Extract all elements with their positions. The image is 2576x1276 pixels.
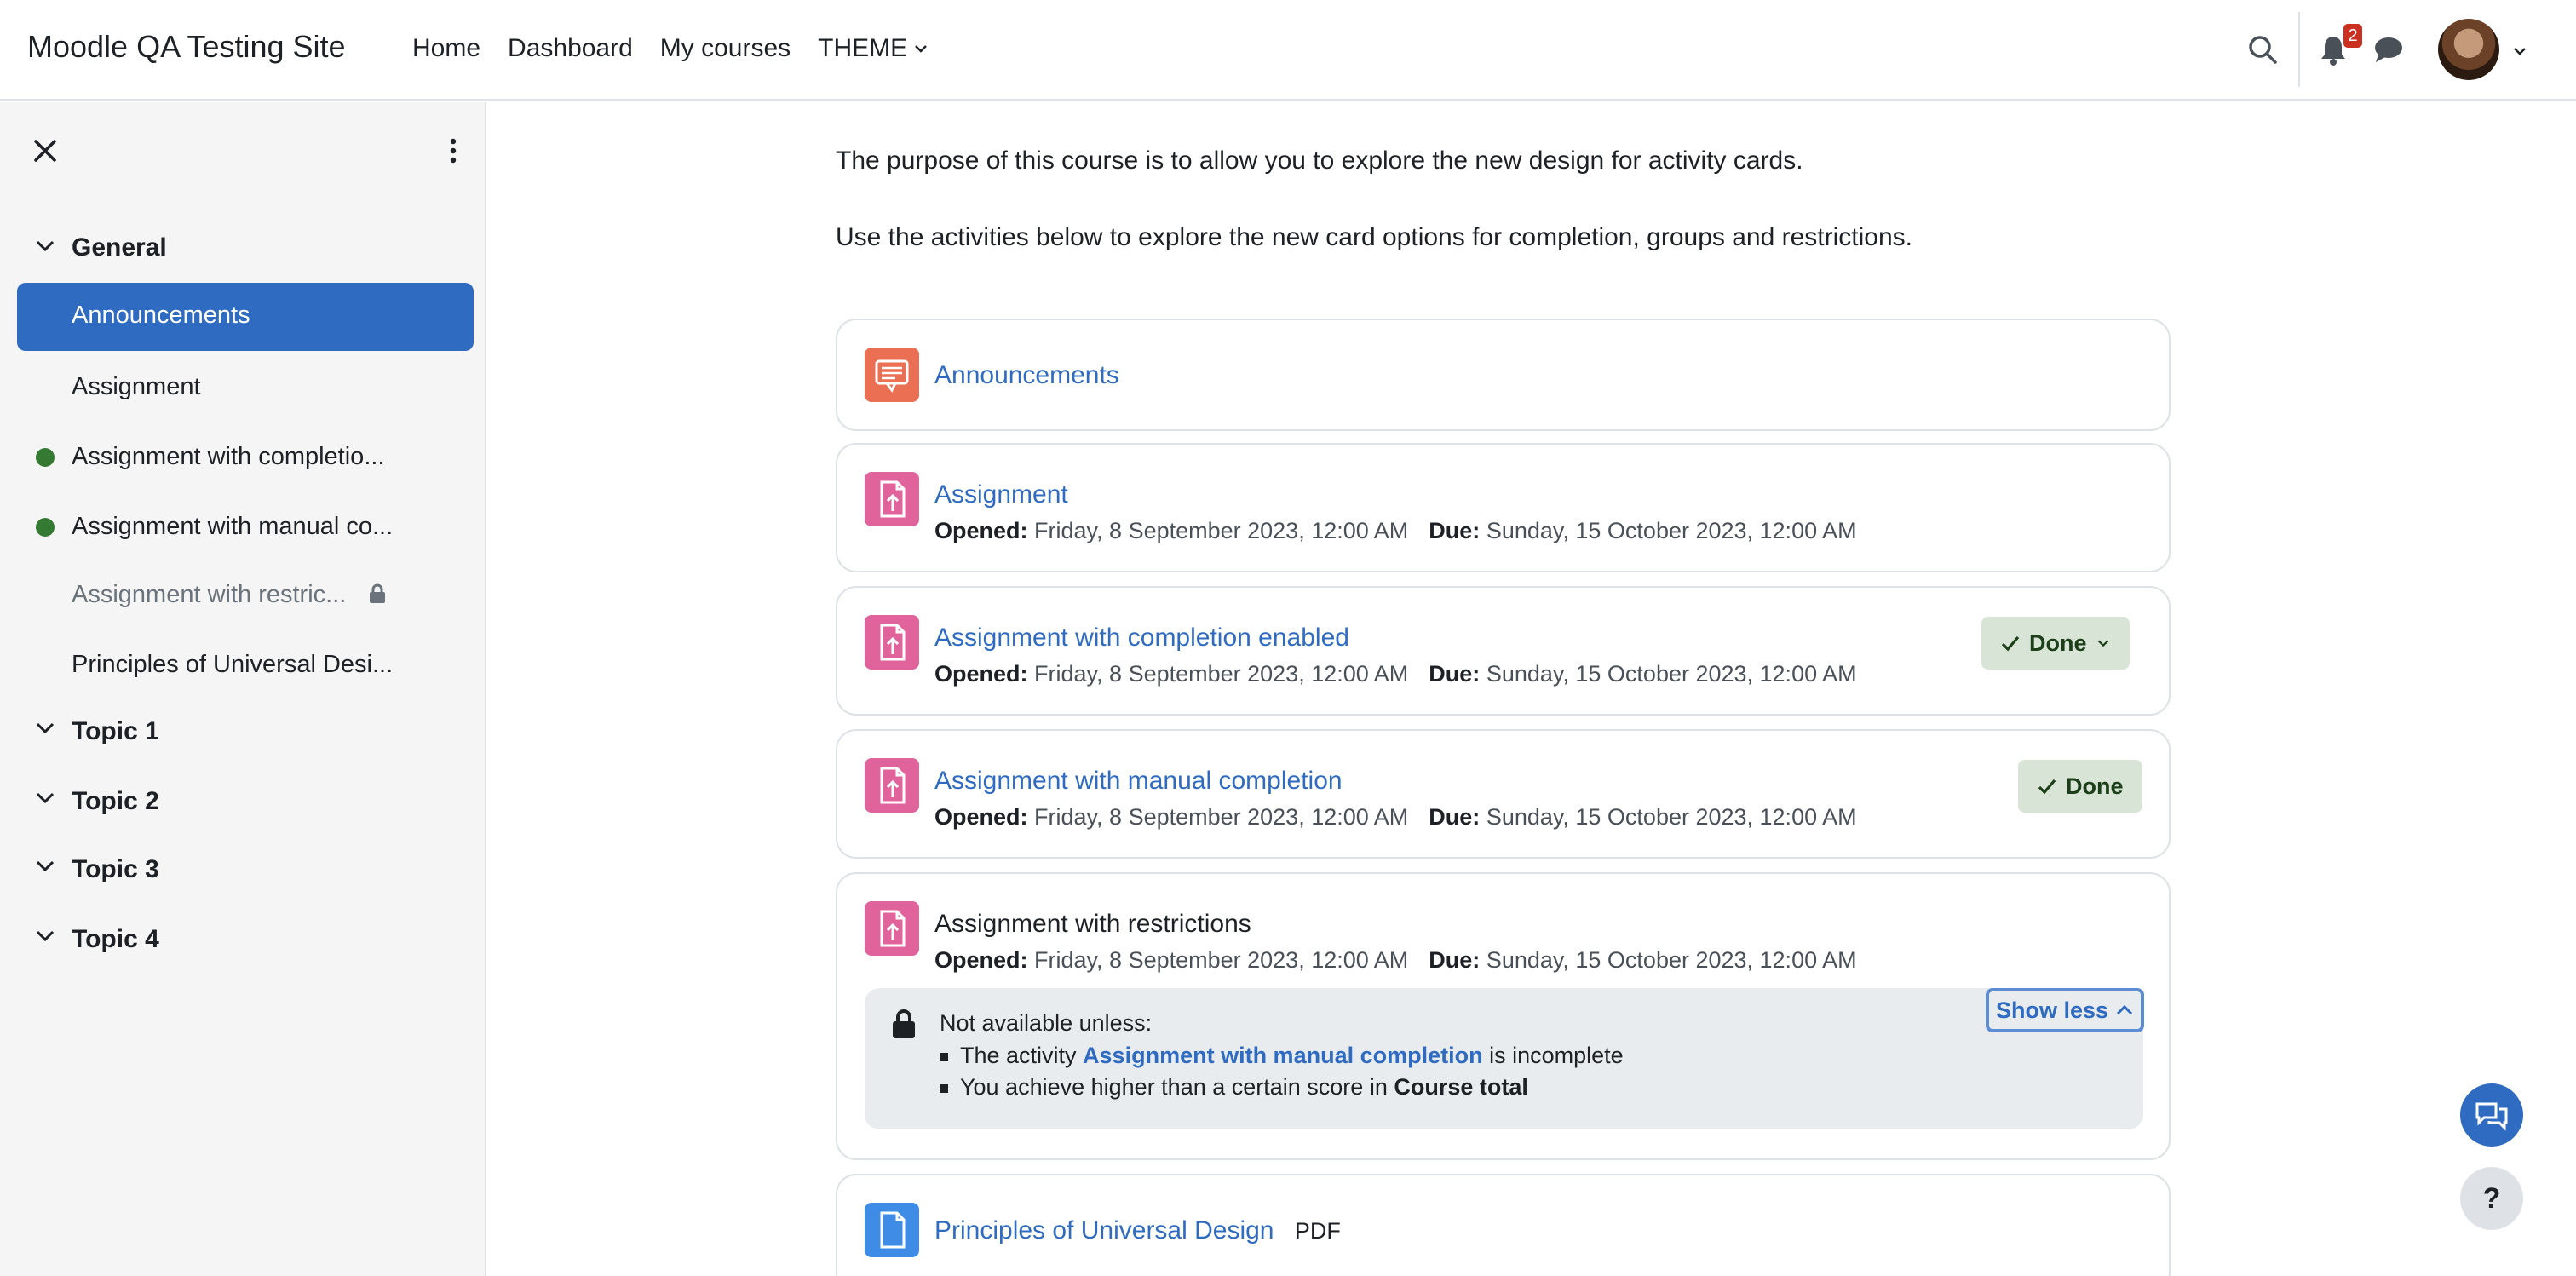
assignment-icon bbox=[865, 615, 919, 670]
messages-icon[interactable] bbox=[2373, 36, 2404, 63]
activity-dates: Opened: Friday, 8 September 2023, 12:00 … bbox=[934, 661, 1857, 687]
chevron-down-icon[interactable] bbox=[34, 235, 56, 257]
restrictions-list: The activity Assignment with manual comp… bbox=[940, 1043, 1624, 1106]
activity-link[interactable]: Assignment bbox=[934, 480, 1068, 509]
nav-theme-menu[interactable]: THEME bbox=[818, 34, 929, 63]
manual-completion-button[interactable]: Done bbox=[2018, 760, 2142, 813]
nav-my-courses[interactable]: My courses bbox=[660, 34, 791, 63]
section-general[interactable]: General bbox=[72, 233, 167, 262]
activity-link-wrapper: Principles of Universal Design PDF bbox=[934, 1216, 1341, 1245]
nav-dashboard[interactable]: Dashboard bbox=[508, 34, 633, 63]
activity-dates: Opened: Friday, 8 September 2023, 12:00 … bbox=[934, 804, 1857, 830]
nav-home[interactable]: Home bbox=[412, 34, 480, 63]
chevron-down-icon[interactable] bbox=[34, 717, 56, 739]
assignment-icon bbox=[865, 758, 919, 813]
section-topic-1[interactable]: Topic 1 bbox=[72, 717, 159, 746]
lock-icon bbox=[370, 583, 386, 603]
restriction-item: You achieve higher than a certain score … bbox=[940, 1074, 1624, 1101]
activity-card-assignment-restrictions: Assignment with restrictions Opened: Fri… bbox=[836, 872, 2171, 1160]
course-index-item-assignment[interactable]: Assignment bbox=[72, 373, 201, 401]
pdf-file-icon bbox=[865, 1203, 919, 1257]
course-index-item-assignment-restrictions[interactable]: Assignment with restric... bbox=[72, 581, 387, 609]
lock-icon bbox=[893, 1009, 915, 1038]
course-intro-2: Use the activities below to explore the … bbox=[836, 223, 1912, 251]
completion-status-label: Done bbox=[2029, 629, 2087, 656]
chevron-down-icon[interactable] bbox=[2511, 43, 2528, 60]
restriction-activity-link[interactable]: Assignment with manual completion bbox=[1083, 1043, 1483, 1068]
assignment-icon bbox=[865, 901, 919, 956]
section-topic-4[interactable]: Topic 4 bbox=[72, 925, 159, 954]
restriction-item: The activity Assignment with manual comp… bbox=[940, 1043, 1624, 1069]
completion-status-label: Done bbox=[2066, 773, 2124, 799]
show-less-label: Show less bbox=[1995, 997, 2109, 1023]
chevron-down-icon[interactable] bbox=[34, 925, 56, 947]
file-type-tag: PDF bbox=[1294, 1218, 1341, 1244]
activity-link[interactable]: Assignment with manual completion bbox=[934, 767, 1343, 796]
chat-icon bbox=[2475, 1102, 2508, 1131]
notification-badge: 2 bbox=[2343, 24, 2362, 48]
activity-link[interactable]: Announcements bbox=[934, 361, 1119, 390]
completion-dot bbox=[36, 518, 55, 537]
activity-card-assignment-completion: Assignment with completion enabled Opene… bbox=[836, 586, 2171, 716]
forum-icon bbox=[865, 348, 919, 402]
completion-dot bbox=[36, 448, 55, 467]
check-icon bbox=[2038, 779, 2056, 795]
activity-card-assignment: Assignment Opened: Friday, 8 September 2… bbox=[836, 443, 2171, 572]
navbar-divider bbox=[2298, 12, 2300, 87]
activity-card-assignment-manual: Assignment with manual completion Opened… bbox=[836, 729, 2171, 859]
user-avatar[interactable] bbox=[2438, 19, 2499, 80]
chevron-down-icon[interactable] bbox=[34, 787, 56, 809]
site-brand[interactable]: Moodle QA Testing Site bbox=[27, 29, 346, 65]
restrictions-heading: Not available unless: bbox=[940, 1010, 1153, 1036]
top-navbar: Moodle QA Testing Site Home Dashboard My… bbox=[0, 0, 2576, 101]
section-topic-2[interactable]: Topic 2 bbox=[72, 787, 159, 816]
activity-card-announcements: Announcements bbox=[836, 319, 2171, 431]
course-intro-1: The purpose of this course is to allow y… bbox=[836, 147, 1803, 175]
course-index-item-assignment-completion[interactable]: Assignment with completio... bbox=[72, 443, 384, 471]
chevron-up-icon bbox=[2116, 1004, 2133, 1015]
show-less-button[interactable]: Show less bbox=[1986, 988, 2144, 1032]
section-topic-3[interactable]: Topic 3 bbox=[72, 855, 159, 884]
check-icon bbox=[2001, 635, 2020, 652]
completion-dropdown-button[interactable]: Done bbox=[1981, 617, 2130, 670]
primary-nav: Home Dashboard My courses THEME bbox=[412, 34, 929, 63]
assignment-icon bbox=[865, 472, 919, 526]
chat-fab[interactable] bbox=[2460, 1083, 2523, 1147]
course-index-drawer: General Announcements Assignment Assignm… bbox=[0, 102, 486, 1276]
course-index-item-label: Assignment with restric... bbox=[72, 581, 347, 608]
activity-link[interactable]: Assignment with completion enabled bbox=[934, 624, 1349, 652]
activity-dates: Opened: Friday, 8 September 2023, 12:00 … bbox=[934, 518, 1857, 543]
close-icon[interactable] bbox=[31, 136, 60, 165]
chevron-down-icon bbox=[915, 45, 928, 53]
course-index-item-label: Announcements bbox=[72, 302, 250, 329]
activity-title: Assignment with restrictions bbox=[934, 910, 1251, 938]
chevron-down-icon bbox=[2097, 640, 2108, 647]
search-icon[interactable] bbox=[2247, 34, 2278, 65]
nav-theme-label: THEME bbox=[818, 34, 908, 62]
course-index-item-assignment-manual[interactable]: Assignment with manual co... bbox=[72, 513, 393, 541]
course-index-item-announcements[interactable]: Announcements bbox=[17, 283, 474, 351]
help-fab[interactable]: ? bbox=[2460, 1167, 2523, 1230]
activity-dates: Opened: Friday, 8 September 2023, 12:00 … bbox=[934, 947, 1857, 973]
course-index-item-principles[interactable]: Principles of Universal Desi... bbox=[72, 651, 393, 679]
chevron-down-icon[interactable] bbox=[34, 855, 56, 877]
activity-card-principles: Principles of Universal Design PDF bbox=[836, 1174, 2171, 1276]
restrictions-panel: Not available unless: The activity Assig… bbox=[865, 988, 2144, 1129]
question-icon: ? bbox=[2482, 1181, 2501, 1215]
activity-link[interactable]: Principles of Universal Design bbox=[934, 1216, 1274, 1244]
more-vertical-icon[interactable] bbox=[443, 136, 463, 165]
